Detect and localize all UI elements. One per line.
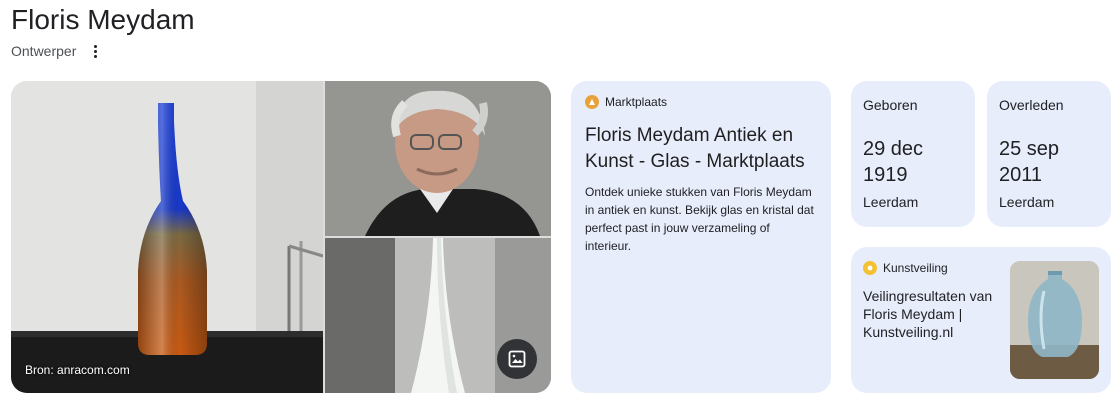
died-date: 25 sep 2011 [999,138,1060,186]
image-gallery-glyph [508,350,526,368]
kunstveiling-title-link[interactable]: Veilingresultaten van Floris Meydam | Ku… [863,287,1003,341]
marktplaats-description: Ontdek unieke stukken van Floris Meydam … [585,185,814,253]
kunstveiling-card[interactable]: Kunstveiling Veilingresultaten van Flori… [851,247,1111,393]
born-place: Leerdam [863,194,919,210]
portrait-illustration [325,81,551,236]
kunstveiling-thumbnail[interactable] [1010,261,1099,379]
marktplaats-source-row: Marktplaats [585,95,817,109]
images-icon[interactable] [497,339,537,379]
marktplaats-source-name: Marktplaats [605,95,668,109]
vase-bottle-illustration [11,81,323,393]
died-card[interactable]: Overleden 25 sep 2011 Leerdam [987,81,1111,227]
kunstveiling-favicon [863,261,877,275]
entity-type: Ontwerper [11,43,77,59]
blue-vase-illustration [1010,261,1099,379]
marktplaats-favicon-glyph [589,99,595,105]
died-label: Overleden [999,97,1064,113]
died-place: Leerdam [999,194,1055,210]
marktplaats-title-link[interactable]: Floris Meydam Antiek en Kunst - Glas - M… [585,123,817,175]
white-vase-image[interactable] [325,238,551,393]
kunstveiling-source-name: Kunstveiling [883,261,948,275]
vase-bottle-image[interactable]: Bron: anracom.com [11,81,323,393]
portrait-image[interactable] [325,81,551,236]
kunstveiling-favicon-glyph [867,265,873,271]
image-source-caption: Bron: anracom.com [25,363,130,377]
entity-subtitle-row: Ontwerper [11,43,102,59]
born-label: Geboren [863,97,918,113]
born-date: 29 dec 1919 [863,138,924,186]
entity-title: Floris Meydam [11,4,195,35]
image-collage[interactable]: Bron: anracom.com [11,81,551,393]
marktplaats-card[interactable]: Marktplaats Floris Meydam Antiek en Kuns… [571,81,831,393]
born-card[interactable]: Geboren 29 dec 1919 Leerdam [851,81,975,227]
marktplaats-favicon [585,95,599,109]
more-vert-icon[interactable] [88,43,102,59]
